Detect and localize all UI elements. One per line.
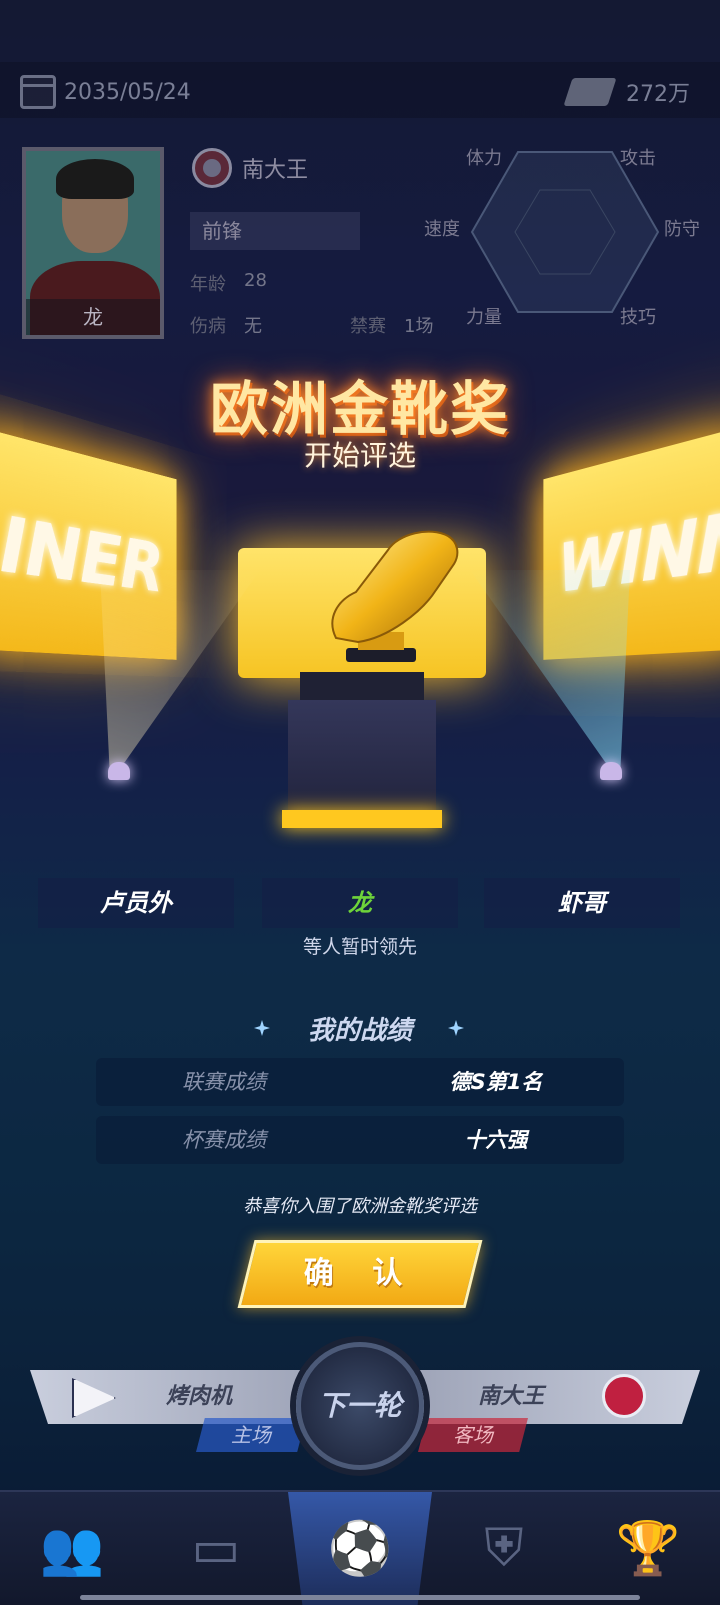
- leaders-note: 等人暂时领先: [0, 932, 720, 959]
- cup-record-value: 十六强: [426, 1116, 566, 1164]
- radar-strength: 力量: [466, 303, 502, 329]
- position-tag: 前锋: [190, 212, 360, 250]
- nav-pitch[interactable]: ▭: [144, 1492, 288, 1605]
- team-icon: 👥: [40, 1518, 105, 1579]
- trophy-icon: 🏆: [616, 1518, 681, 1579]
- club-row: 南大王: [192, 148, 308, 188]
- pitch-icon: ▭: [191, 1519, 240, 1579]
- next-round-label: 下一轮: [301, 1347, 419, 1465]
- ban-value: 1场: [404, 312, 433, 338]
- nav-trophy[interactable]: 🏆: [576, 1492, 720, 1605]
- trophy-pedestal: [288, 700, 436, 812]
- date-display: 2035/05/24: [20, 72, 191, 112]
- nav-match[interactable]: ⚽: [288, 1492, 432, 1605]
- money-text: 272万: [626, 76, 690, 108]
- age-label: 年龄: [190, 270, 226, 296]
- away-tag: 客场: [418, 1418, 528, 1452]
- golden-boot-icon: [318, 520, 468, 670]
- cash-icon: [563, 78, 616, 106]
- calendar-icon: [20, 75, 56, 109]
- injury-line: 伤病 无 禁赛 1场: [190, 312, 433, 338]
- age-line: 年龄 28: [190, 270, 267, 296]
- club-badge-icon: [192, 148, 232, 188]
- trophy-pedestal-base: [282, 810, 442, 828]
- date-text: 2035/05/24: [64, 80, 191, 105]
- away-team-badge-icon: [602, 1374, 646, 1418]
- radar-attack: 攻击: [620, 144, 656, 170]
- confirm-button[interactable]: 确 认: [238, 1240, 483, 1308]
- confirm-label: 确 认: [249, 1243, 471, 1305]
- portrait-hair: [56, 159, 134, 199]
- nav-club[interactable]: ⛨: [432, 1492, 576, 1605]
- attribute-radar: [470, 150, 660, 315]
- away-team-plate: [400, 1370, 700, 1424]
- home-tag: 主场: [196, 1418, 306, 1452]
- spotlight-left-icon: [108, 762, 130, 780]
- radar-skill: 技巧: [620, 303, 656, 329]
- next-round-button[interactable]: 下一轮: [296, 1342, 424, 1470]
- club-badge-icon: ⛨: [484, 1518, 523, 1579]
- match-icon: ⚽: [328, 1518, 393, 1579]
- cup-record-label: 杯赛成绩: [182, 1116, 266, 1164]
- age-value: 28: [244, 270, 267, 296]
- league-record-label: 联赛成绩: [182, 1058, 266, 1106]
- radar-defense: 防守: [664, 215, 700, 241]
- congrats-message: 恭喜你入围了欧洲金靴奖评选: [0, 1192, 720, 1218]
- nav-team[interactable]: 👥: [0, 1492, 144, 1605]
- radar-speed: 速度: [424, 215, 460, 241]
- bottom-nav: 👥 ▭ ⚽ ⛨ 🏆: [0, 1490, 720, 1605]
- home-indicator[interactable]: [80, 1595, 640, 1600]
- away-team-name: 南大王: [478, 1372, 544, 1422]
- spotlight-right-icon: [600, 762, 622, 780]
- player-name: 龙: [26, 299, 160, 335]
- radar-stamina: 体力: [466, 144, 502, 170]
- injury-label: 伤病: [190, 312, 226, 338]
- league-record-row: 联赛成绩 德S第1名: [96, 1058, 624, 1106]
- leader-2: 龙: [262, 878, 458, 928]
- club-name: 南大王: [242, 152, 308, 184]
- cup-record-row: 杯赛成绩 十六强: [96, 1116, 624, 1164]
- record-title: 我的战绩: [0, 1010, 720, 1047]
- award-subtitle: 开始评选: [0, 434, 720, 474]
- league-record-value: 德S第1名: [426, 1058, 566, 1106]
- injury-value: 无: [244, 312, 262, 338]
- home-team-name: 烤肉机: [166, 1372, 232, 1422]
- leader-1: 卢员外: [38, 878, 234, 928]
- money-display: 272万: [568, 72, 690, 112]
- leader-3: 虾哥: [484, 878, 680, 928]
- player-portrait: 龙: [22, 147, 164, 339]
- ban-label: 禁赛: [350, 312, 386, 338]
